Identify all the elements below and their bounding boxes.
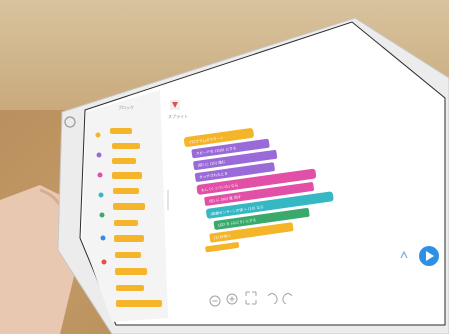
palette-block[interactable] [110, 128, 132, 134]
stage-label: スプライト [168, 113, 188, 119]
scene-svg: ブロック スプライト プログラムがスタート スピードを (100) にする (前… [0, 17, 449, 334]
palette-block[interactable] [113, 188, 139, 194]
palette-block[interactable] [114, 220, 138, 226]
palette-block[interactable] [112, 172, 142, 179]
category-dot-lists[interactable] [101, 259, 107, 265]
photo-scene: ブロック スプライト プログラムがスタート スピードを (100) にする (前… [0, 0, 449, 334]
category-dot-events[interactable] [95, 132, 101, 138]
category-dot-variables[interactable] [100, 235, 106, 241]
palette-block[interactable] [113, 203, 145, 210]
palette-block[interactable] [114, 235, 144, 242]
sidebar-header: ブロック [118, 104, 134, 110]
category-dot-motion[interactable] [96, 152, 102, 158]
category-dot-operators[interactable] [99, 212, 105, 218]
category-dot-control[interactable] [97, 172, 103, 178]
palette-block[interactable] [116, 285, 144, 291]
palette-block[interactable] [112, 158, 136, 164]
category-dot-sensing[interactable] [98, 192, 104, 198]
palette-block[interactable] [115, 268, 147, 275]
sprite-thumbnail[interactable] [170, 100, 180, 110]
palette-block[interactable] [112, 143, 140, 149]
palette-block[interactable] [115, 252, 141, 258]
palette-block[interactable] [116, 300, 162, 307]
